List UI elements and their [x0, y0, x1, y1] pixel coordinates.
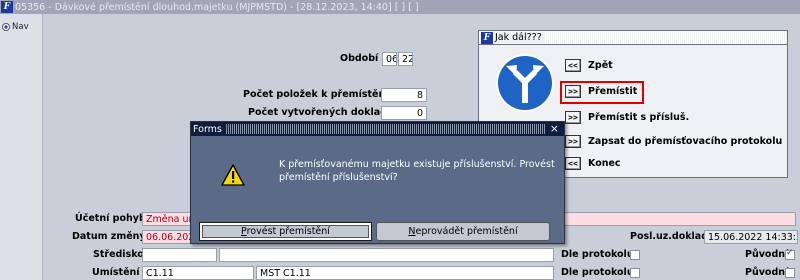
window-title-bar: F 05356 - Dávkové přemístění dlouhod.maj… [0, 0, 800, 14]
dle-protokolu-checkbox[interactable] [630, 250, 640, 260]
nav-label: Nav [12, 22, 29, 32]
pocet-dokladu-field: 0 [381, 106, 427, 120]
dle-protokolu-label: Dle protokolu [561, 249, 634, 260]
provest-premisteni-label: Provést přemístění [241, 226, 330, 237]
obdobi-label: Období [340, 53, 379, 64]
umisteni-code-field[interactable]: C1.11 [142, 266, 254, 280]
posl-uz-doklad-field: 15.06.2022 14:33:29 [704, 230, 798, 244]
posl-uz-doklad-label: Posl.uz.doklad [630, 231, 709, 242]
puvodni-label: Původní [745, 249, 789, 260]
zpet-button[interactable]: << [565, 59, 581, 72]
app-logo-icon: F [481, 31, 493, 44]
nav-panel: Nav [0, 14, 43, 280]
app-logo-icon: F [1, 1, 13, 13]
obdobi-year-field[interactable]: 22 [398, 52, 413, 66]
dle-protokolu-label-2: Dle protokolu [561, 267, 634, 278]
konec-button[interactable]: << [565, 157, 581, 170]
neprovadet-premisteni-label: Neprovádět přemístění [408, 226, 518, 237]
provest-premisteni-button[interactable]: Provést přemístění [199, 222, 372, 241]
direction-sign-icon [496, 54, 554, 112]
konec-label: Konec [588, 158, 621, 169]
neprovadet-premisteni-button[interactable]: Neprovádět přemístění [376, 222, 550, 241]
zapsat-do-protokolu-label: Zapsat do přemísťovacího protokolu [588, 136, 783, 147]
dle-protokolu-checkbox-2[interactable] [630, 268, 640, 278]
nav-radio-icon [2, 23, 10, 31]
forms-dialog-message: K přemísťovanému majetku existuje příslu… [279, 159, 555, 183]
pocet-polozek-field: 8 [381, 88, 427, 102]
stredisko-label: Středisko [93, 249, 144, 260]
pocet-dokladu-label: Počet vytvořených dokladů [248, 107, 394, 118]
obdobi-month-field[interactable]: 06 [382, 52, 397, 66]
close-icon[interactable]: × [550, 122, 559, 136]
premistit-s-prislus-label: Přemístit s přísluš. [588, 112, 690, 123]
zapsat-do-protokolu-button[interactable]: >> [565, 135, 581, 148]
puvodni-checkbox-2[interactable] [785, 268, 795, 278]
puvodni-checkbox[interactable] [785, 248, 795, 260]
zpet-label: Zpět [588, 60, 613, 71]
datum-zmeny-label: Datum změny [72, 231, 146, 242]
forms-dialog-title: Forms [191, 123, 226, 135]
forms-dialog-title-bar: Forms × [191, 122, 564, 136]
stredisko-code-field[interactable] [142, 248, 217, 262]
warning-icon [221, 164, 245, 186]
puvodni-label-2: Původní [745, 267, 789, 278]
premistit-s-prislus-button[interactable]: >> [565, 111, 581, 124]
nav-item[interactable]: Nav [0, 14, 42, 32]
umisteni-name-field: MST C1.11 [256, 266, 554, 280]
jak-dal-title-bar: F Jak dál??? [479, 31, 787, 45]
window-title: 05356 - Dávkové přemístění dlouhod.majet… [15, 1, 419, 13]
jak-dal-title: Jak dál??? [495, 32, 545, 43]
forms-dialog: Forms × K přemísťovanému majetku existuj… [190, 121, 565, 244]
ucetni-pohyb-label: Účetní pohyb [75, 213, 146, 224]
stredisko-name-field [219, 248, 554, 262]
pocet-polozek-label: Počet položek k přemístění [243, 89, 389, 100]
title-bar-stripes [225, 124, 546, 134]
highlight-frame [560, 81, 644, 104]
umisteni-label: Umístění [92, 267, 140, 278]
